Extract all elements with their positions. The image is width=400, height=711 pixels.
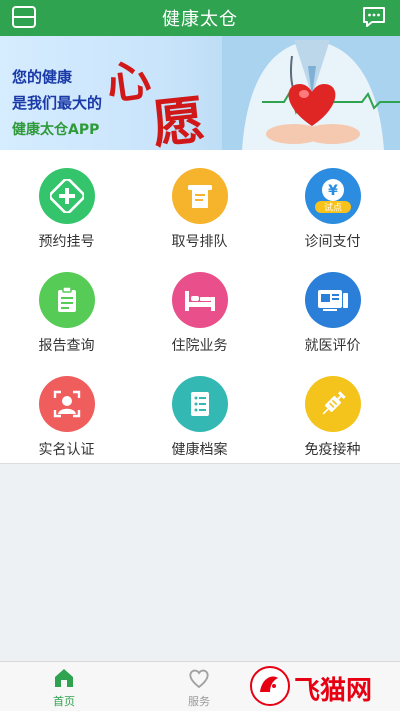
tab-label: 服务 — [188, 695, 210, 708]
evaluation-icon — [304, 272, 361, 328]
app-header: 健康太仓 — [0, 0, 400, 36]
service-appointment[interactable]: 预约挂号 — [0, 150, 133, 254]
service-vaccination[interactable]: 免疫接种 — [266, 358, 399, 462]
message-icon[interactable] — [362, 6, 386, 28]
service-label: 取号排队 — [171, 234, 228, 250]
menu-icon[interactable] — [12, 6, 36, 28]
service-label: 报告查询 — [38, 338, 95, 354]
service-label: 免疫接种 — [304, 442, 361, 458]
service-evaluation[interactable]: 就医评价 — [266, 254, 399, 358]
service-label: 预约挂号 — [38, 234, 95, 250]
ticket-icon — [171, 168, 228, 224]
heart-icon — [189, 669, 209, 689]
svg-text:¥: ¥ — [328, 183, 338, 199]
service-real-name-auth[interactable]: 实名认证 — [0, 358, 133, 462]
home-icon — [55, 669, 73, 687]
service-queue-number[interactable]: 取号排队 — [133, 150, 266, 254]
face-id-icon — [38, 376, 95, 432]
yuan-icon: ¥ 试点 — [304, 168, 361, 224]
watermark-text: 飞猫网 — [294, 676, 373, 706]
service-inpatient[interactable]: 住院业务 — [133, 254, 266, 358]
watermark-logo: 飞猫网 — [248, 664, 398, 708]
report-icon — [38, 272, 95, 328]
syringe-icon — [304, 376, 361, 432]
pilot-badge: 试点 — [323, 202, 341, 214]
service-label: 住院业务 — [171, 338, 228, 354]
banner-line-2: 是我们最大的 — [12, 94, 103, 112]
service-label: 健康档案 — [171, 442, 228, 458]
tab-home[interactable]: 首页 — [24, 662, 104, 711]
tab-label: 首页 — [53, 695, 75, 708]
banner-calligraphy-2: 愿 — [149, 89, 208, 150]
service-label: 诊间支付 — [304, 234, 361, 250]
service-label: 实名认证 — [38, 442, 95, 458]
page-title: 健康太仓 — [162, 9, 238, 30]
banner-line-1: 您的健康 — [12, 68, 73, 86]
archive-icon — [171, 376, 228, 432]
tab-services[interactable]: 服务 — [159, 662, 239, 711]
service-label: 就医评价 — [304, 338, 361, 354]
plus-cross-icon — [38, 168, 95, 224]
banner-line-3: 健康太仓APP — [12, 122, 100, 138]
doctor-hands-heart-illustration — [222, 36, 400, 150]
promo-banner[interactable]: 您的健康 是我们最大的 健康太仓APP 心 愿 — [0, 36, 400, 150]
service-health-records[interactable]: 健康档案 — [133, 358, 266, 462]
banner-calligraphy-1: 心 — [103, 54, 154, 111]
service-report-query[interactable]: 报告查询 — [0, 254, 133, 358]
service-grid: 预约挂号 取号排队 ¥ 试点 诊间支付 报告查询 住院业务 就医评价 实名认证 … — [0, 150, 400, 464]
service-clinic-payment[interactable]: ¥ 试点 诊间支付 — [266, 150, 399, 254]
bed-icon — [171, 272, 228, 328]
